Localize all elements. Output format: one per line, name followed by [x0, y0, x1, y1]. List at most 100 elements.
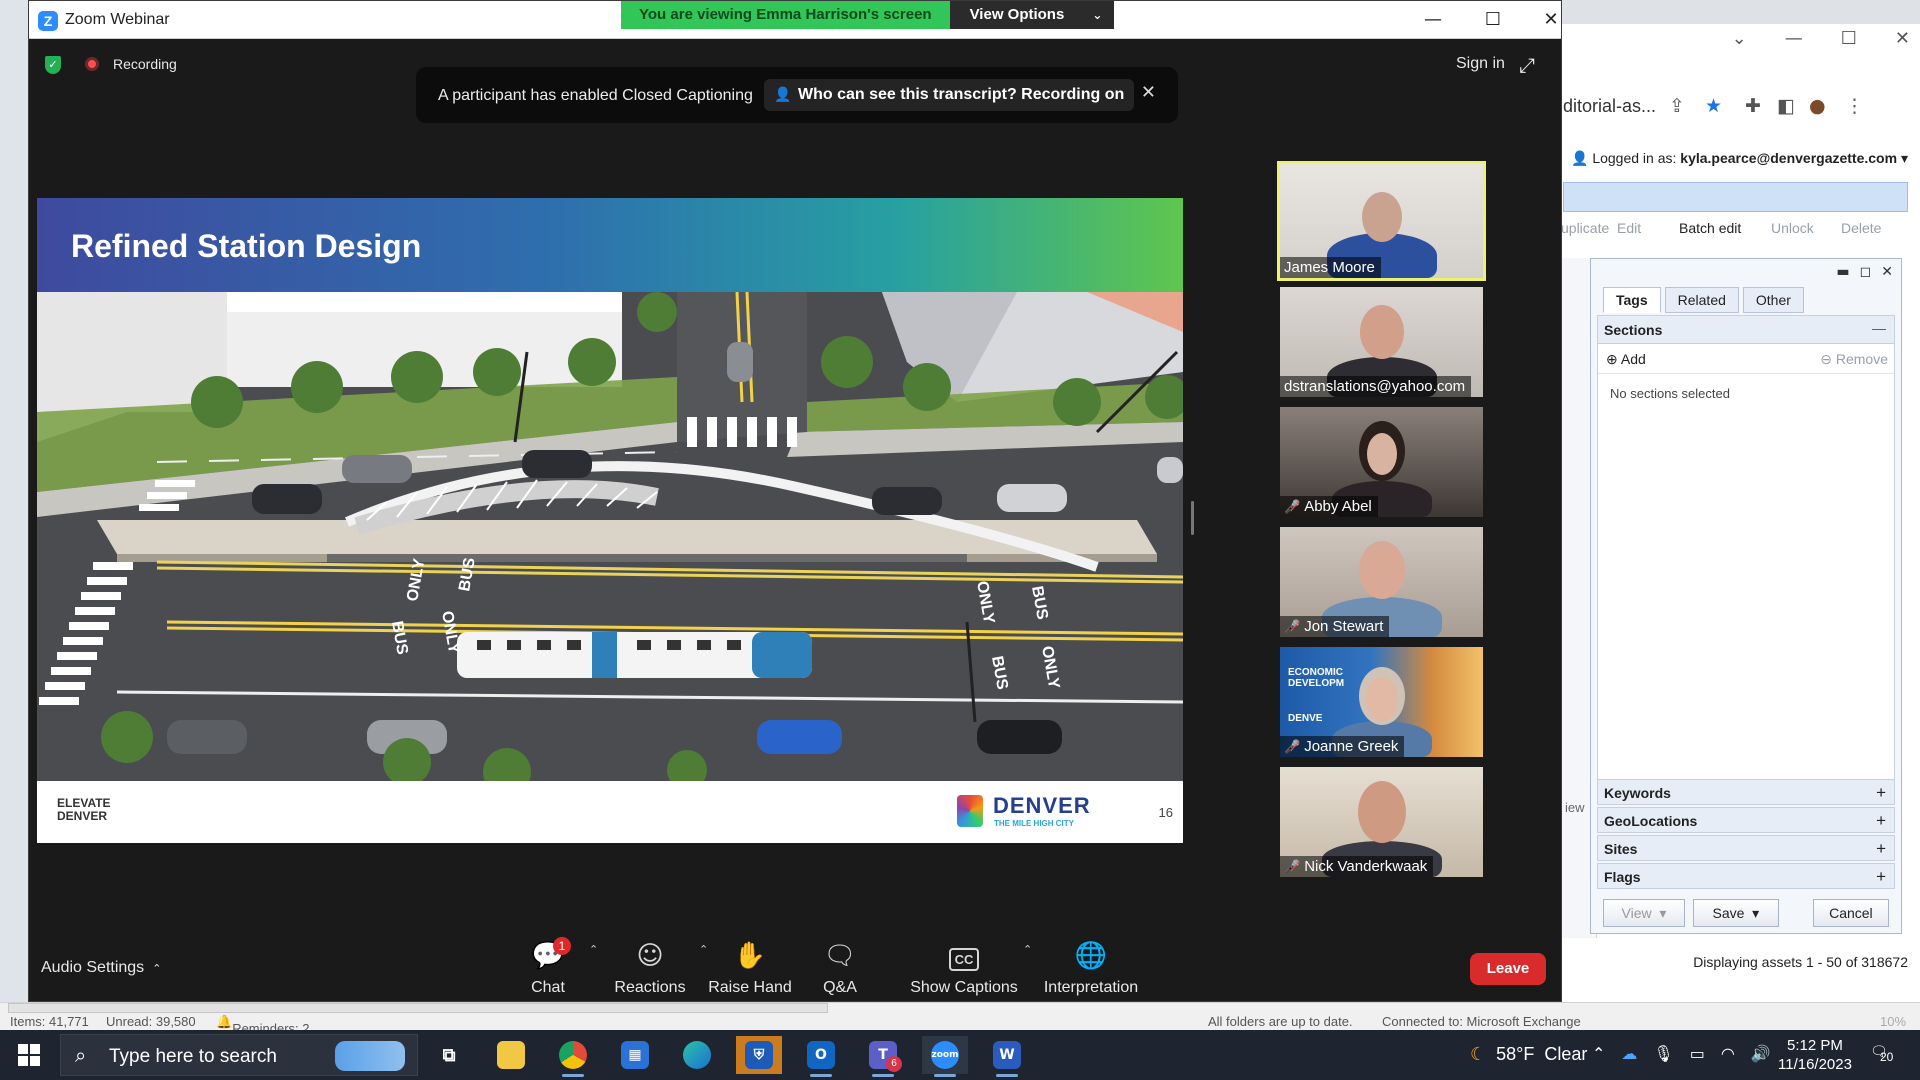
teams-button[interactable]: T6 — [860, 1036, 906, 1077]
save-button[interactable]: Save ▾ — [1692, 899, 1779, 927]
expand-plus-icon[interactable]: + — [1876, 783, 1886, 803]
batch-edit-panel: ▬ ◻ ✕ Tags Related Other Sections — ⊕ Ad… — [1590, 258, 1902, 934]
add-section-button[interactable]: ⊕ Add — [1606, 351, 1646, 367]
expand-plus-icon[interactable]: + — [1876, 867, 1886, 887]
transcript-visibility-button[interactable]: 👤 Who can see this transcript? Recording… — [764, 79, 1135, 111]
profile-avatar[interactable]: ● — [1809, 95, 1826, 117]
panel-minimize-icon[interactable]: ▬ — [1836, 264, 1849, 280]
panel-close-icon[interactable]: ✕ — [1881, 264, 1893, 280]
task-view-button[interactable]: ⧉ — [426, 1036, 472, 1074]
bookmark-star-icon[interactable]: ★ — [1705, 95, 1722, 117]
accordion-flags[interactable]: Flags + — [1597, 863, 1895, 889]
audio-settings-label: Audio Settings — [41, 959, 145, 976]
participant-tile-dstranslations[interactable]: dstranslations@yahoo.com — [1280, 287, 1483, 397]
file-explorer-button[interactable] — [488, 1036, 534, 1074]
accordion-keywords[interactable]: Keywords + — [1597, 779, 1895, 805]
encryption-shield-icon[interactable]: ✓ — [45, 56, 61, 74]
microphone-icon[interactable]: 🎙 — [1653, 1044, 1673, 1063]
edge-button[interactable] — [674, 1036, 720, 1074]
weather-widget[interactable]: ☾ 58°F Clear — [1470, 1044, 1587, 1065]
remove-label: Remove — [1835, 351, 1888, 367]
browser-minimize-button[interactable]: — — [1785, 28, 1803, 49]
fullscreen-icon[interactable]: ⤢ — [1519, 53, 1535, 77]
expand-plus-icon[interactable]: + — [1876, 839, 1886, 859]
word-button[interactable]: W — [984, 1036, 1030, 1077]
tab-tags[interactable]: Tags — [1603, 287, 1661, 313]
browser-menu-icon[interactable]: ⋮ — [1845, 95, 1864, 117]
onedrive-cloud-icon[interactable]: ☁ — [1621, 1044, 1637, 1063]
edit-button[interactable]: Edit — [1617, 220, 1641, 236]
expand-plus-icon[interactable]: + — [1876, 811, 1886, 831]
tab-related[interactable]: Related — [1664, 287, 1739, 313]
close-notice-icon[interactable]: ✕ — [1141, 82, 1156, 103]
address-bar[interactable]: ditorial-as... ⇪ ★ ✚ ◧ ● ⋮ — [1561, 88, 1920, 124]
chat-options-caret-icon[interactable]: ⌃ — [589, 943, 598, 956]
panel-maximize-icon[interactable]: ◻ — [1860, 264, 1872, 280]
participant-tile-jon-stewart[interactable]: 🎤̸ Jon Stewart — [1280, 527, 1483, 637]
extensions-icon[interactable]: ✚ — [1745, 95, 1761, 117]
remove-section-button[interactable]: ⊖ Remove — [1820, 351, 1888, 368]
chevron-up-icon[interactable]: ⌃ — [152, 962, 161, 975]
delete-button[interactable]: Delete — [1841, 220, 1881, 236]
browser-maximize-button[interactable]: ☐ — [1841, 28, 1857, 49]
no-sections-message: No sections selected — [1610, 386, 1730, 401]
unlock-button[interactable]: Unlock — [1771, 220, 1814, 236]
battery-icon[interactable]: ▭ — [1690, 1044, 1705, 1063]
chrome-button[interactable] — [550, 1036, 596, 1077]
volume-icon[interactable]: 🔊 — [1751, 1044, 1771, 1063]
maximize-button[interactable]: ☐ — [1473, 7, 1513, 33]
minimize-button[interactable]: — — [1413, 7, 1453, 33]
windows-start-button[interactable] — [18, 1044, 40, 1066]
leave-button[interactable]: Leave — [1470, 953, 1546, 985]
cancel-button[interactable]: Cancel — [1812, 899, 1889, 927]
reactions-label: Reactions — [614, 979, 686, 996]
zoom-taskbar-button[interactable]: zoom — [922, 1036, 968, 1077]
wifi-icon[interactable]: ◠ — [1721, 1044, 1735, 1063]
browser-chevron-icon[interactable]: ⌄ — [1732, 28, 1747, 49]
audio-settings-button[interactable]: Audio Settings ⌃ — [41, 959, 161, 977]
chat-button[interactable]: 💬 1 Chat ⌃ — [517, 937, 598, 997]
participant-tile-james-moore[interactable]: James Moore — [1277, 161, 1486, 281]
tray-expand-chevron-icon[interactable]: ⌃ — [1592, 1044, 1605, 1063]
browser-close-button[interactable]: ✕ — [1895, 28, 1910, 49]
view-button[interactable]: View ▾ — [1603, 899, 1685, 927]
view-options-button[interactable]: View Options ⌄ — [949, 1, 1115, 29]
participant-face — [1361, 192, 1402, 242]
slide-footer: ELEVATE DENVER DENVER THE MILE HIGH CITY… — [37, 781, 1183, 843]
show-captions-button[interactable]: CC Show Captions ⌃ — [909, 941, 1032, 997]
security-app-button[interactable]: ⛨ — [736, 1036, 782, 1074]
accordion-sites[interactable]: Sites + — [1597, 835, 1895, 861]
participant-tile-joanne-greek[interactable]: ECONOMIC DEVELOPM DENVE 🎤̸ Joanne Greek — [1280, 647, 1483, 757]
splitter-handle[interactable] — [1191, 501, 1194, 535]
taskbar-clock[interactable]: 5:12 PM 11/16/2023 — [1778, 1036, 1852, 1074]
tab-other[interactable]: Other — [1742, 287, 1804, 313]
raise-hand-button[interactable]: ✋ Raise Hand — [705, 941, 795, 997]
sign-in-link[interactable]: Sign in — [1456, 55, 1505, 73]
reminders-count[interactable]: 🔔 Reminders: 2 — [216, 1014, 310, 1036]
outlook-icon: O — [807, 1041, 835, 1069]
participant-tile-nick-vanderkwaak[interactable]: 🎤̸ Nick Vanderkwaak — [1280, 767, 1483, 877]
duplicate-button[interactable]: uplicate — [1561, 220, 1609, 236]
participant-face — [1359, 305, 1404, 359]
side-panel-icon[interactable]: ◧ — [1777, 95, 1795, 117]
share-icon[interactable]: ⇪ — [1669, 95, 1685, 117]
reactions-button[interactable]: ☺ Reactions ⌃ — [605, 941, 708, 997]
interpretation-button[interactable]: 🌐 Interpretation — [1029, 941, 1153, 997]
outlook-button[interactable]: O — [798, 1036, 844, 1077]
qa-button[interactable]: 🗨 Q&A — [815, 941, 865, 997]
globe-icon: 🌐 — [1074, 941, 1108, 971]
taskbar-search-box[interactable]: ⌕ Type here to search — [60, 1034, 418, 1076]
close-button[interactable]: ✕ — [1531, 7, 1571, 33]
collapse-icon[interactable]: — — [1872, 320, 1886, 336]
accordion-geolocations[interactable]: GeoLocations + — [1597, 807, 1895, 833]
search-bar-strip — [1563, 182, 1908, 212]
logged-in-user[interactable]: kyla.pearce@denvergazette.com — [1680, 150, 1897, 166]
person-info-icon: 👤 — [774, 87, 792, 103]
muted-mic-icon: 🎤̸ — [1284, 860, 1301, 875]
participant-tile-abby-abel[interactable]: 🎤̸ Abby Abel — [1280, 407, 1483, 517]
store-button[interactable]: ▦ — [612, 1036, 658, 1074]
batch-edit-button[interactable]: Batch edit — [1679, 220, 1741, 236]
notification-center-button[interactable]: 🗨 20 — [1870, 1044, 1893, 1064]
horizontal-scrollbar[interactable] — [8, 1003, 828, 1013]
browser-window-controls: ⌄ — ☐ ✕ — [1732, 28, 1910, 49]
